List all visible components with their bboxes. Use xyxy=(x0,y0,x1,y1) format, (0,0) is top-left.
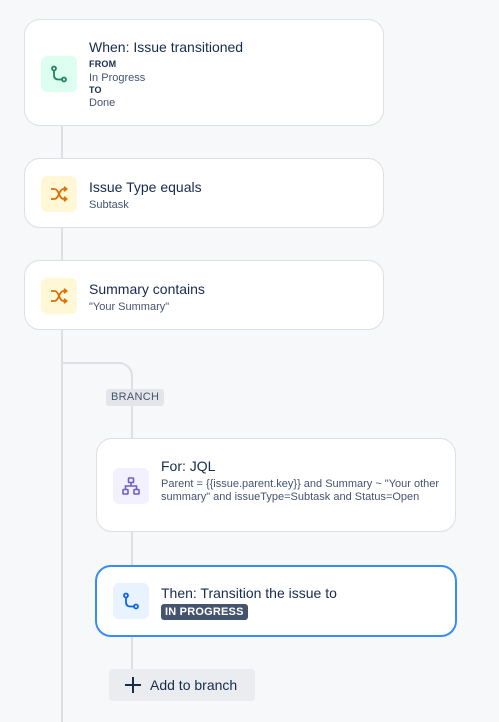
branch-then-transition-card[interactable]: Then: Transition the issue to IN PROGRES… xyxy=(95,565,457,637)
condition-issue-type-title: Issue Type equals xyxy=(89,179,202,195)
trigger-title: When: Issue transitioned xyxy=(89,39,244,55)
branch-tag: BRANCH xyxy=(106,389,165,406)
connector-branch-curve xyxy=(105,362,133,390)
branch-icon-box xyxy=(113,468,149,504)
shuffle-icon xyxy=(51,186,68,202)
trigger-to-value: Done xyxy=(89,97,116,109)
condition-issue-type-card[interactable]: Issue Type equals Subtask xyxy=(24,158,384,228)
add-to-branch-button[interactable]: Add to branch xyxy=(109,669,255,701)
condition-summary-card[interactable]: Summary contains "Your Summary" xyxy=(24,260,384,330)
hierarchy-icon xyxy=(122,477,140,495)
trigger-card[interactable]: When: Issue transitioned FROM In Progres… xyxy=(24,19,384,126)
connector-branch-vertical-1 xyxy=(131,405,133,439)
add-to-branch-label: Add to branch xyxy=(150,677,238,693)
transition-icon xyxy=(51,65,67,83)
then-title: Then: Transition the issue to xyxy=(161,585,337,601)
condition-summary-value: "Your Summary" xyxy=(89,301,170,313)
branch-for-title: For: JQL xyxy=(161,458,216,474)
connector-branch-vertical-3 xyxy=(131,636,133,670)
then-icon-box xyxy=(113,583,149,619)
shuffle-icon xyxy=(51,288,68,304)
condition-issue-type-value: Subtask xyxy=(89,199,129,211)
plus-icon xyxy=(125,677,141,693)
trigger-from-label: FROM xyxy=(89,59,117,69)
condition-icon-box xyxy=(41,176,77,212)
transition-icon xyxy=(123,592,139,610)
branch-for-jql-card[interactable]: For: JQL Parent = {{issue.parent.key}} a… xyxy=(96,438,456,532)
trigger-to-label: TO xyxy=(89,85,102,95)
status-lozenge: IN PROGRESS xyxy=(161,604,248,620)
branch-jql-query: Parent = {{issue.parent.key}} and Summar… xyxy=(161,478,440,503)
connector-branch-vertical-2 xyxy=(131,531,133,567)
trigger-icon-box xyxy=(41,56,77,92)
condition-icon-box xyxy=(41,278,77,314)
condition-summary-title: Summary contains xyxy=(89,281,205,297)
